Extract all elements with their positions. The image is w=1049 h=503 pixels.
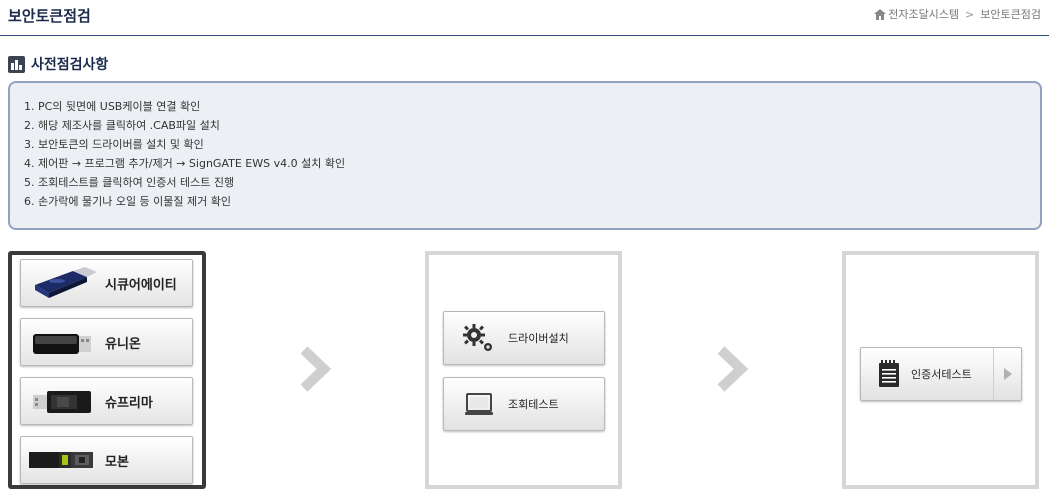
bar-chart-icon <box>8 55 25 73</box>
section-title: 사전점검사항 <box>31 57 109 73</box>
driver-panel: 드라이버설치 조회테스트 <box>425 251 622 489</box>
lookup-test-label: 조회테스트 <box>508 398 559 411</box>
checklist-item: 2. 해당 제조사를 클릭하여 .CAB파일 설치 <box>24 119 220 132</box>
section-heading: 사전점검사항 <box>8 54 108 74</box>
driver-install-label: 드라이버설치 <box>508 332 569 345</box>
breadcrumb-separator: > <box>965 7 975 21</box>
usb-token-icon <box>29 452 93 468</box>
page-title: 보안토큰점검 <box>8 7 91 25</box>
checklist-item: 3. 보안토큰의 드라이버를 설치 및 확인 <box>24 138 204 151</box>
cert-test-label: 인증서테스트 <box>911 368 972 381</box>
breadcrumb-item-system[interactable]: 전자조달시스템 <box>888 6 959 22</box>
notepad-icon <box>879 360 899 387</box>
vendor-panel: 시큐어에이티 유니온 슈프리마 모본 <box>8 251 206 489</box>
checklist-item: 4. 제어판 → 프로그램 추가/제거 → SignGATE EWS v4.0 … <box>24 157 346 170</box>
chevron-right-icon <box>717 346 749 392</box>
vendor-button-secureati[interactable]: 시큐어에이티 <box>20 259 193 307</box>
page-header: 보안토큰점검 전자조달시스템 > 보안토큰점검 <box>0 0 1049 36</box>
home-icon[interactable] <box>874 8 887 20</box>
lookup-test-button[interactable]: 조회테스트 <box>443 377 605 431</box>
caret-right-icon <box>1003 368 1012 380</box>
breadcrumb: 전자조달시스템 > 보안토큰점검 <box>874 6 1041 22</box>
cert-test-button[interactable]: 인증서테스트 <box>860 347 1022 401</box>
usb-token-icon <box>33 334 91 354</box>
cert-test-arrow[interactable] <box>993 348 1021 400</box>
checklist-item: 5. 조회테스트를 클릭하여 인증서 테스트 진행 <box>24 176 235 189</box>
vendor-label: 유니온 <box>105 336 141 352</box>
vendor-button-union[interactable]: 유니온 <box>20 318 193 366</box>
vendor-label: 슈프리마 <box>105 395 153 411</box>
vendor-button-suprema[interactable]: 슈프리마 <box>20 377 193 425</box>
driver-install-button[interactable]: 드라이버설치 <box>443 311 605 365</box>
cert-test-panel: 인증서테스트 <box>842 251 1039 489</box>
vendor-label: 시큐어에이티 <box>105 277 177 293</box>
usb-token-icon <box>33 391 91 413</box>
vendor-label: 모본 <box>105 454 129 470</box>
vendor-button-mobon[interactable]: 모본 <box>20 436 193 484</box>
gears-icon <box>463 324 492 351</box>
breadcrumb-item-current: 보안토큰점검 <box>980 8 1041 21</box>
checklist-item: 6. 손가락에 물기나 오일 등 이물질 제거 확인 <box>24 195 232 208</box>
checklist-item: 1. PC의 뒷면에 USB케이블 연결 확인 <box>24 100 201 113</box>
monitor-icon <box>465 393 493 415</box>
chevron-right-icon <box>300 346 332 392</box>
usb-token-icon <box>35 267 97 298</box>
precheck-list: 1. PC의 뒷면에 USB케이블 연결 확인 2. 해당 제조사를 클릭하여 … <box>8 81 1042 230</box>
